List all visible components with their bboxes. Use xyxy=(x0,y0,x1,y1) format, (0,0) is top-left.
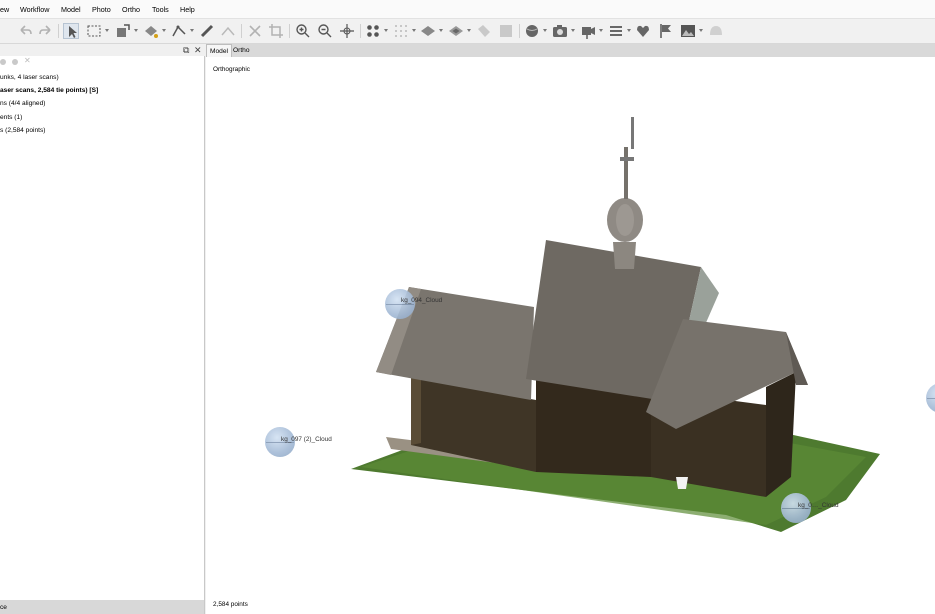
navigation-arrow-icon[interactable] xyxy=(63,23,79,39)
remove-item-icon[interactable]: ✕ xyxy=(24,56,31,65)
dem-icon[interactable] xyxy=(498,23,514,39)
menu-tools[interactable]: Tools xyxy=(152,5,169,14)
flag-icon[interactable] xyxy=(658,23,674,39)
tree-chunk[interactable]: aser scans, 2,584 tie points) [S] xyxy=(0,87,98,95)
add-chunk-icon[interactable] xyxy=(0,59,6,65)
draw-polygon-icon[interactable] xyxy=(143,23,159,39)
menu-bar: ew Workflow Model Photo Ortho Tools Help xyxy=(0,0,935,19)
menu-workflow[interactable]: Workflow xyxy=(20,5,49,14)
delete-icon[interactable] xyxy=(247,23,263,39)
tree-cameras[interactable]: ns (4/4 aligned) xyxy=(0,100,45,108)
tab-model[interactable]: Model xyxy=(206,44,232,57)
tiled-model-icon[interactable] xyxy=(476,23,492,39)
add-photos-icon[interactable] xyxy=(12,59,18,65)
main-toolbar xyxy=(0,19,935,44)
list-icon[interactable] xyxy=(608,23,624,39)
menu-ortho[interactable]: Ortho xyxy=(122,5,140,14)
laser-scan-camera[interactable] xyxy=(385,289,415,319)
image-icon[interactable] xyxy=(680,23,696,39)
resize-region-icon[interactable] xyxy=(115,23,131,39)
workspace-panel: ⧉ ✕ ✕ unks, 4 laser scans) aser scans, 2… xyxy=(0,44,205,614)
dense-cloud-view-icon[interactable] xyxy=(393,23,409,39)
camera-icon[interactable] xyxy=(552,23,568,39)
crop-icon[interactable] xyxy=(268,23,284,39)
ruler-icon[interactable] xyxy=(199,23,215,39)
draw-polyline-icon[interactable] xyxy=(171,23,187,39)
model-viewport[interactable]: Orthographic kg_094_Cloud kg_097 (2)_Clo… xyxy=(206,57,935,614)
rectangle-selection-icon[interactable] xyxy=(86,23,102,39)
tab-ortho[interactable]: Ortho xyxy=(230,44,253,57)
menu-view[interactable]: ew xyxy=(0,5,9,14)
view-tabs: Model Ortho xyxy=(206,44,935,57)
redo-icon[interactable] xyxy=(38,23,54,39)
tree-workspace[interactable]: unks, 4 laser scans) xyxy=(0,74,59,82)
menu-help[interactable]: Help xyxy=(180,5,195,14)
camera-label: kg_0…_Cloud xyxy=(798,502,839,509)
markers-icon[interactable] xyxy=(635,23,651,39)
panel-header: ⧉ ✕ xyxy=(0,44,205,56)
church-point-cloud xyxy=(351,117,880,532)
panel-footer-tab[interactable]: ce xyxy=(0,600,204,614)
tree-tie-points[interactable]: s (2,584 points) xyxy=(0,127,45,135)
mask-icon[interactable] xyxy=(708,23,724,39)
point-count: 2,584 points xyxy=(213,601,248,608)
camera-label: kg_097 (2)_Cloud xyxy=(281,436,332,443)
point-cloud-view-icon[interactable] xyxy=(365,23,381,39)
ruler-icon[interactable] xyxy=(220,23,236,39)
close-panel-icon[interactable]: ✕ xyxy=(194,45,202,55)
zoom-in-icon[interactable] xyxy=(295,23,311,39)
animation-icon[interactable] xyxy=(580,23,596,39)
globe-icon[interactable] xyxy=(524,23,540,39)
move-object-icon[interactable] xyxy=(339,23,355,39)
tree-components[interactable]: ents (1) xyxy=(0,114,22,122)
solid-model-icon[interactable] xyxy=(420,23,436,39)
footer-tab-label: ce xyxy=(0,604,7,611)
menu-photo[interactable]: Photo xyxy=(92,5,111,14)
textured-model-icon[interactable] xyxy=(448,23,464,39)
zoom-out-icon[interactable] xyxy=(317,23,333,39)
workspace-toolbar: ✕ xyxy=(0,56,205,68)
menu-model[interactable]: Model xyxy=(61,5,81,14)
camera-label: kg_094_Cloud xyxy=(401,297,443,304)
float-panel-icon[interactable]: ⧉ xyxy=(183,45,189,55)
undo-icon[interactable] xyxy=(17,23,33,39)
